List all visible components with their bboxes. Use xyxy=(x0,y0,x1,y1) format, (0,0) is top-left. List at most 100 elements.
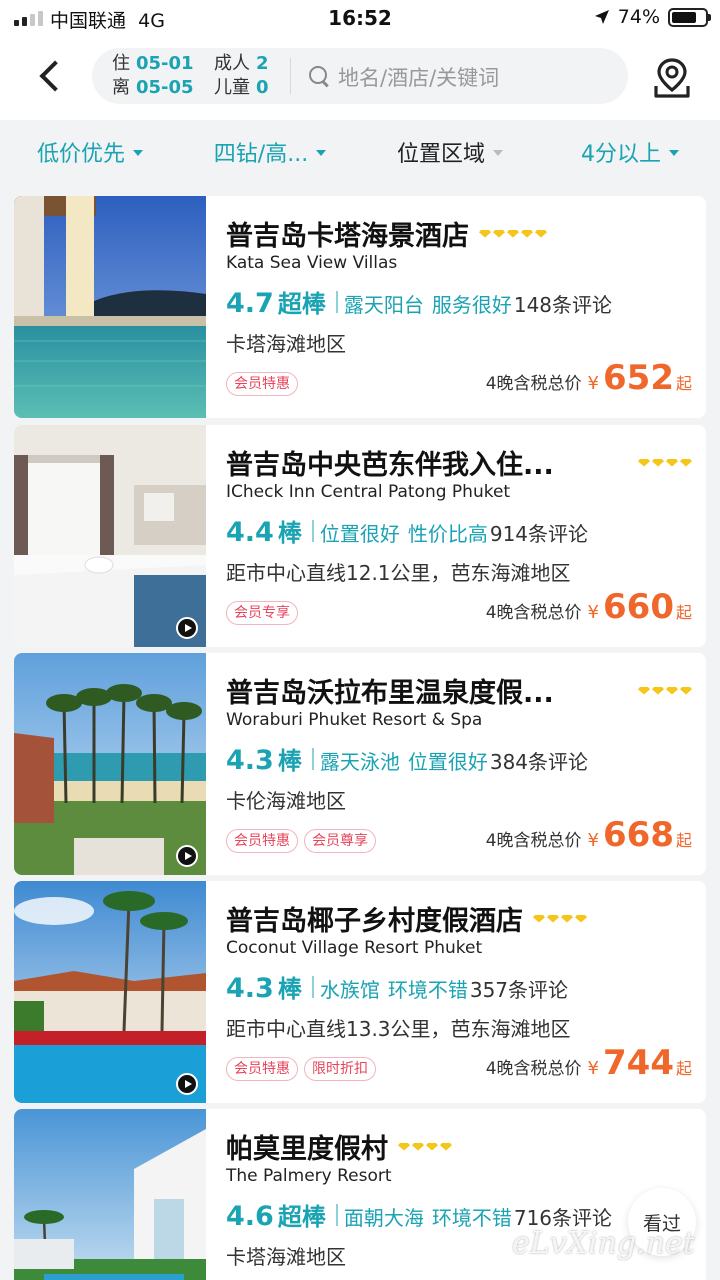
diamond-rating-icon xyxy=(398,1142,452,1151)
caret-down-icon xyxy=(316,150,327,156)
hotel-photo xyxy=(14,653,206,875)
promo-badge: 会员尊享 xyxy=(304,829,376,853)
caret-down-icon xyxy=(133,150,143,156)
date-selector[interactable]: 住 05-01 离 05-05 xyxy=(112,52,194,100)
play-video-icon[interactable] xyxy=(176,617,198,639)
diamond-rating-icon xyxy=(479,229,547,238)
keyword-tag: 露天泳池 xyxy=(319,750,400,774)
hotel-area: 卡塔海滩地区 xyxy=(226,1245,346,1269)
filter-bar: 低价优先 四钻/高... 位置区域 4分以上 xyxy=(0,120,720,184)
review-count: 384条评论 xyxy=(489,750,589,774)
caret-down-icon xyxy=(669,150,679,156)
promo-badge: 会员特惠 xyxy=(226,1057,298,1081)
hotel-grade: 超棒 xyxy=(277,1203,326,1231)
keyword-tag: 露天阳台 xyxy=(343,293,424,317)
hotel-area: 距市中心直线12.1公里，芭东海滩地区 xyxy=(226,561,571,585)
location-arrow-icon xyxy=(594,10,609,24)
caret-down-icon xyxy=(493,150,503,156)
hotel-score: 4.7 xyxy=(226,288,274,319)
keyword-tag: 位置很好 xyxy=(407,750,488,774)
search-icon xyxy=(308,65,330,87)
keyword-tag: 服务很好 xyxy=(431,293,512,317)
hotel-name: 普吉岛中央芭东伴我入住... xyxy=(226,450,554,481)
hotel-photo xyxy=(14,881,206,1103)
hotel-info: 普吉岛中央芭东伴我入住... ICheck Inn Central Patong… xyxy=(226,425,692,647)
header: 住 05-01 离 05-05 成人 2 儿童 0 地名/酒店/关键词 xyxy=(0,38,720,120)
hotel-grade: 棒 xyxy=(277,747,302,775)
back-button[interactable] xyxy=(28,54,72,98)
hotel-score: 4.3 xyxy=(226,745,274,776)
children-count: 0 xyxy=(256,77,269,98)
hotel-price: 668 xyxy=(603,815,674,855)
hotel-photo xyxy=(14,196,206,418)
hotel-name: 普吉岛椰子乡村度假酒店 xyxy=(226,906,523,937)
hotel-score: 4.6 xyxy=(226,1201,274,1232)
hotel-info: 普吉岛卡塔海景酒店 Kata Sea View Villas 4.7 超棒 露天阳台… xyxy=(226,196,692,418)
keyword-tag: 性价比高 xyxy=(407,522,488,546)
diamond-rating-icon xyxy=(638,458,692,467)
keyword-tag: 面朝大海 xyxy=(343,1206,424,1230)
checkin-date: 05-01 xyxy=(136,53,194,74)
filter-sort[interactable]: 低价优先 xyxy=(0,120,180,184)
hotel-area: 卡伦海滩地区 xyxy=(226,789,346,813)
play-video-icon[interactable] xyxy=(176,1073,198,1095)
keyword-tag: 环境不错 xyxy=(431,1206,512,1230)
hotel-card[interactable]: 普吉岛卡塔海景酒店 Kata Sea View Villas 4.7 超棒 露天阳台… xyxy=(14,196,706,418)
battery-percent: 74% xyxy=(617,6,660,28)
price-note: 4晚含税总价 xyxy=(485,603,582,623)
hotel-score: 4.3 xyxy=(226,973,274,1004)
hotel-info: 普吉岛沃拉布里温泉度假... Woraburi Phuket Resort & … xyxy=(226,653,692,875)
keyword-tag: 位置很好 xyxy=(319,522,400,546)
hotel-name: 普吉岛沃拉布里温泉度假... xyxy=(226,678,554,709)
filter-rating[interactable]: 4分以上 xyxy=(540,120,720,184)
hotel-grade: 棒 xyxy=(277,519,302,547)
battery-icon xyxy=(668,7,711,27)
hotel-english-name: ICheck Inn Central Patong Phuket xyxy=(226,482,511,502)
map-button[interactable] xyxy=(652,56,692,100)
promo-badge: 会员特惠 xyxy=(226,829,298,853)
hotel-english-name: The Palmery Resort xyxy=(226,1166,392,1186)
adults-count: 2 xyxy=(256,53,269,74)
review-count: 148条评论 xyxy=(513,293,613,317)
review-count: 357条评论 xyxy=(469,978,569,1002)
hotel-name: 普吉岛卡塔海景酒店 xyxy=(226,221,469,252)
hotel-area: 距市中心直线13.3公里，芭东海滩地区 xyxy=(226,1017,571,1041)
guest-selector[interactable]: 成人 2 儿童 0 xyxy=(214,52,269,100)
hotel-photo xyxy=(14,1109,206,1280)
hotel-grade: 超棒 xyxy=(277,290,326,318)
review-count: 914条评论 xyxy=(489,522,589,546)
filter-star[interactable]: 四钻/高... xyxy=(180,120,360,184)
hotel-card[interactable]: 普吉岛沃拉布里温泉度假... Woraburi Phuket Resort & … xyxy=(14,653,706,875)
keyword-tag: 水族馆 xyxy=(319,978,380,1002)
hotel-grade: 棒 xyxy=(277,975,302,1003)
hotel-photo xyxy=(14,425,206,647)
hotel-english-name: Woraburi Phuket Resort & Spa xyxy=(226,710,483,730)
filter-location[interactable]: 位置区域 xyxy=(360,120,540,184)
checkout-date: 05-05 xyxy=(136,77,194,98)
promo-badge: 限时折扣 xyxy=(304,1057,376,1081)
hotel-info: 普吉岛椰子乡村度假酒店 Coconut Village Resort Phuke… xyxy=(226,881,692,1103)
hotel-card[interactable]: 普吉岛椰子乡村度假酒店 Coconut Village Resort Phuke… xyxy=(14,881,706,1103)
price-note: 4晚含税总价 xyxy=(485,1059,582,1079)
hotel-price: 744 xyxy=(603,1043,674,1083)
search-input[interactable]: 地名/酒店/关键词 xyxy=(338,62,499,92)
hotel-english-name: Coconut Village Resort Phuket xyxy=(226,938,483,958)
promo-badge: 会员专享 xyxy=(226,601,298,625)
map-pin-icon xyxy=(654,58,690,98)
hotel-area: 卡塔海滩地区 xyxy=(226,332,346,356)
diamond-rating-icon xyxy=(533,914,587,923)
status-right: 74% xyxy=(594,6,711,28)
play-video-icon[interactable] xyxy=(176,845,198,867)
hotel-name: 帕莫里度假村 xyxy=(226,1134,388,1165)
hotel-english-name: Kata Sea View Villas xyxy=(226,253,398,273)
price-note: 4晚含税总价 xyxy=(485,831,582,851)
search-bar[interactable]: 住 05-01 离 05-05 成人 2 儿童 0 地名/酒店/关键词 xyxy=(92,48,628,104)
watermark: eLvXing.net xyxy=(512,1226,695,1261)
hotel-card[interactable]: 普吉岛中央芭东伴我入住... ICheck Inn Central Patong… xyxy=(14,425,706,647)
keyword-tag: 环境不错 xyxy=(387,978,468,1002)
hotel-score: 4.4 xyxy=(226,517,274,548)
diamond-rating-icon xyxy=(638,686,692,695)
status-bar: 中国联通 4G 16:52 74% xyxy=(0,0,720,38)
divider xyxy=(290,58,291,94)
hotel-price: 652 xyxy=(603,358,674,398)
